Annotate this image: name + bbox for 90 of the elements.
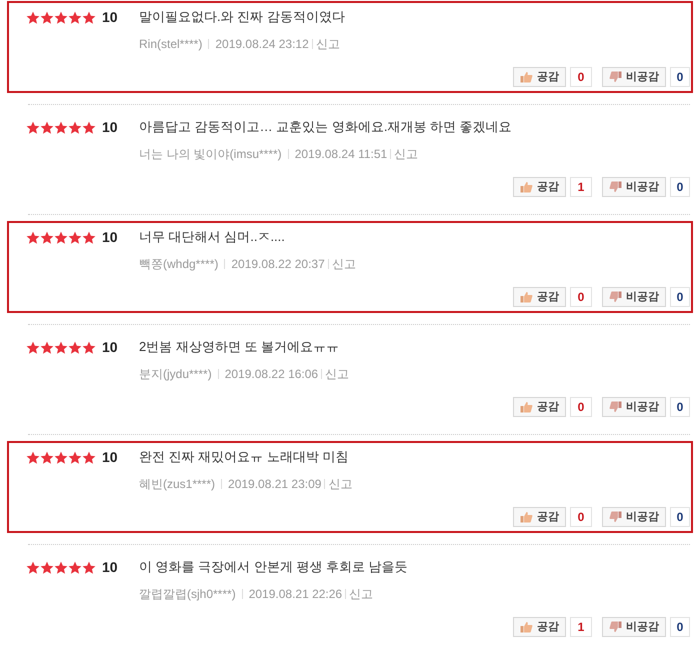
star-icon bbox=[26, 450, 40, 464]
dislike-button[interactable]: 비공감 bbox=[602, 177, 666, 197]
author-name: Rin(stel****) bbox=[139, 36, 202, 53]
score: 10 bbox=[102, 8, 118, 27]
star-icon bbox=[40, 450, 54, 464]
date-text: 2019.08.24 23:12 bbox=[215, 36, 309, 53]
star-icon bbox=[26, 230, 40, 244]
thumbs-down-icon bbox=[609, 621, 622, 633]
star-icon bbox=[54, 560, 68, 574]
thumbs-down-icon bbox=[609, 71, 622, 83]
like-count: 0 bbox=[570, 287, 592, 307]
dislike-button[interactable]: 비공감 bbox=[602, 67, 666, 87]
review-text: 너무 대단해서 심머..ㅈ.... bbox=[139, 228, 286, 246]
date-text: 2019.08.22 20:37 bbox=[231, 256, 325, 273]
review-text: 2번봄 재상영하면 또 볼거에요ㅠㅠ bbox=[139, 338, 340, 356]
author-name: 혜빈(zus1****) bbox=[139, 476, 216, 493]
like-count: 1 bbox=[570, 617, 592, 637]
thumbs-up-icon bbox=[520, 401, 533, 413]
date-text: 2019.08.24 11:51 bbox=[294, 146, 388, 163]
star-icon bbox=[40, 340, 54, 354]
dislike-button[interactable]: 비공감 bbox=[602, 617, 666, 637]
dislike-button[interactable]: 비공감 bbox=[602, 397, 666, 417]
date-text: 2019.08.21 23:09 bbox=[228, 476, 322, 493]
author-name: 빽쫑(whdg****) bbox=[139, 256, 218, 273]
review-text: 이 영화를 극장에서 안본게 평생 후회로 남을듯 bbox=[139, 558, 408, 576]
thumbs-down-icon bbox=[609, 511, 622, 523]
star-icon bbox=[26, 10, 40, 24]
star-icon bbox=[68, 230, 82, 244]
star-icon bbox=[40, 120, 54, 134]
review-text: 아름답고 감동적이고… 교훈있는 영화에요.재개봉 하면 좋겠네요 bbox=[139, 118, 512, 136]
star-icon bbox=[82, 340, 96, 354]
dislike-count: 0 bbox=[670, 617, 690, 637]
star-icon bbox=[54, 120, 68, 134]
score: 10 bbox=[102, 228, 118, 247]
star-icon bbox=[68, 450, 82, 464]
dislike-count: 0 bbox=[670, 177, 690, 197]
star-icon bbox=[82, 10, 96, 24]
star-icon bbox=[82, 120, 96, 134]
score: 10 bbox=[102, 338, 118, 357]
star-icon bbox=[68, 560, 82, 574]
dislike-count: 0 bbox=[670, 67, 690, 87]
dislike-button[interactable]: 비공감 bbox=[602, 507, 666, 527]
like-button[interactable]: 공감 bbox=[513, 177, 566, 197]
date-text: 2019.08.21 22:26 bbox=[248, 586, 342, 603]
dislike-count: 0 bbox=[670, 397, 690, 417]
star-icon bbox=[40, 560, 54, 574]
dislike-count: 0 bbox=[670, 287, 690, 307]
author-name: 깔렵깔렵(sjh0****) bbox=[139, 586, 236, 603]
like-button[interactable]: 공감 bbox=[513, 507, 566, 527]
thumbs-up-icon bbox=[520, 291, 533, 303]
dislike-button[interactable]: 비공감 bbox=[602, 287, 666, 307]
star-icon bbox=[26, 560, 40, 574]
thumbs-up-icon bbox=[520, 511, 533, 523]
like-count: 1 bbox=[570, 177, 592, 197]
thumbs-down-icon bbox=[609, 181, 622, 193]
like-button[interactable]: 공감 bbox=[513, 287, 566, 307]
star-icon bbox=[82, 450, 96, 464]
star-icon bbox=[54, 10, 68, 24]
star-icon bbox=[54, 230, 68, 244]
score: 10 bbox=[102, 558, 118, 577]
thumbs-down-icon bbox=[609, 401, 622, 413]
star-icon bbox=[82, 560, 96, 574]
star-icon bbox=[26, 120, 40, 134]
review-text: 완전 진짜 재밌어요ㅠ 노래대박 미침 bbox=[139, 448, 350, 466]
thumbs-up-icon bbox=[520, 71, 533, 83]
star-icon bbox=[26, 340, 40, 354]
thumbs-up-icon bbox=[520, 621, 533, 633]
like-button[interactable]: 공감 bbox=[513, 67, 566, 87]
thumbs-down-icon bbox=[609, 291, 622, 303]
star-icon bbox=[54, 450, 68, 464]
like-button[interactable]: 공감 bbox=[513, 397, 566, 417]
like-count: 0 bbox=[570, 67, 592, 87]
star-icon bbox=[82, 230, 96, 244]
score: 10 bbox=[102, 448, 118, 467]
like-button[interactable]: 공감 bbox=[513, 617, 566, 637]
review-text: 말이필요없다.와 진짜 감동적이였다 bbox=[139, 8, 345, 26]
author-name: 너는 나의 빛이야(imsu****) bbox=[139, 146, 282, 163]
score: 10 bbox=[102, 118, 118, 137]
star-icon bbox=[68, 120, 82, 134]
thumbs-up-icon bbox=[520, 181, 533, 193]
dislike-count: 0 bbox=[670, 507, 690, 527]
date-text: 2019.08.22 16:06 bbox=[224, 366, 318, 383]
like-count: 0 bbox=[570, 397, 592, 417]
star-icon bbox=[40, 10, 54, 24]
author-name: 분지(jydu****) bbox=[139, 366, 212, 383]
star-icon bbox=[40, 230, 54, 244]
like-count: 0 bbox=[570, 507, 592, 527]
star-icon bbox=[68, 10, 82, 24]
star-icon bbox=[54, 340, 68, 354]
star-icon bbox=[68, 340, 82, 354]
